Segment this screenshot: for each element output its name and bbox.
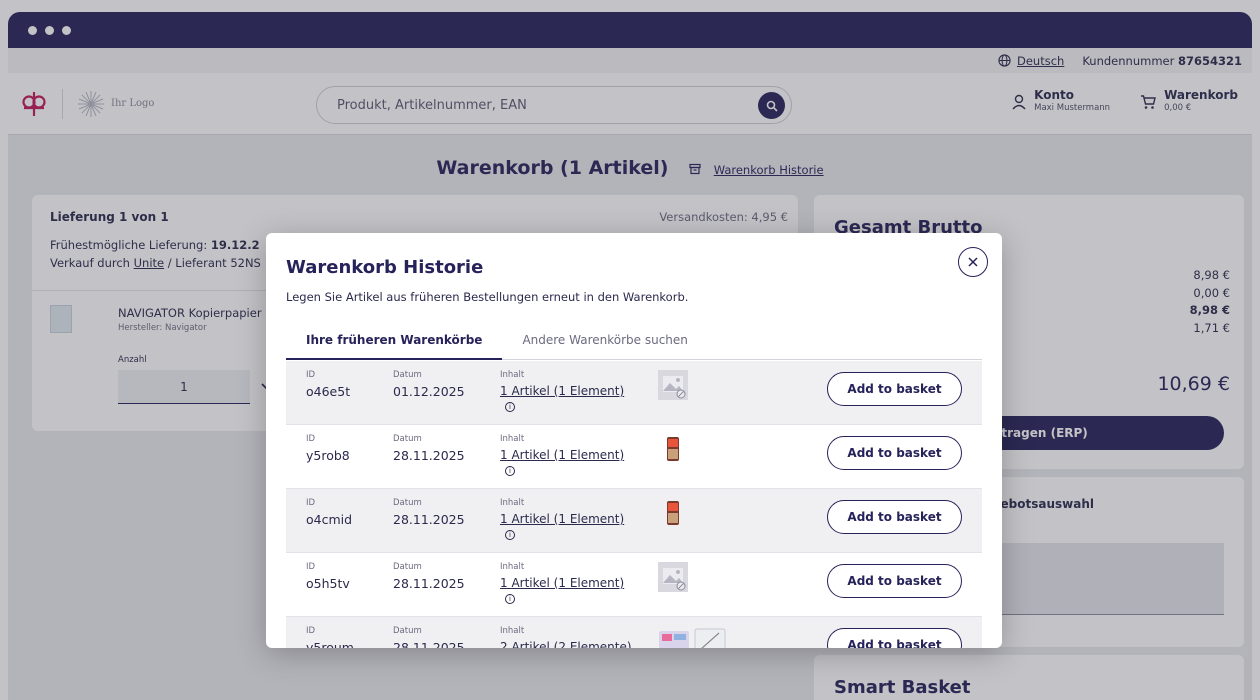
basket-date: 28.11.2025 [393, 512, 465, 527]
info-icon[interactable]: i [505, 402, 515, 412]
basket-date: 28.11.2025 [393, 576, 465, 591]
history-row: ID y5rob8 Datum 28.11.2025 Inhalt 1 Artikel (… [286, 425, 982, 489]
placeholder-image-icon [657, 561, 689, 593]
date-label: Datum [393, 562, 422, 572]
info-icon[interactable]: i [505, 466, 515, 476]
content-label: Inhalt [500, 562, 525, 572]
tab-search-other-baskets[interactable]: Andere Warenkörbe suchen [502, 329, 707, 359]
date-label: Datum [393, 498, 422, 508]
history-row: ID o46e5t Datum 01.12.2025 Inhalt 1 Artikel (… [286, 361, 982, 425]
basket-id: y5rob8 [306, 448, 350, 463]
basket-content-link[interactable]: 2 Artikel (2 Elemente) [500, 640, 632, 648]
date-label: Datum [393, 370, 422, 380]
close-button[interactable] [958, 247, 988, 277]
add-to-basket-button[interactable]: Add to basket [827, 564, 962, 598]
basket-date: 28.11.2025 [393, 448, 465, 463]
id-label: ID [306, 498, 316, 508]
history-row: ID o5h5tv Datum 28.11.2025 Inhalt 1 Artikel (… [286, 553, 982, 617]
basket-content-link[interactable]: 1 Artikel (1 Element) [500, 384, 624, 398]
basket-id: y5roum [306, 640, 354, 648]
add-to-basket-button[interactable]: Add to basket [827, 436, 962, 470]
add-to-basket-button[interactable]: Add to basket [827, 372, 962, 406]
basket-id: o5h5tv [306, 576, 350, 591]
basket-content-link[interactable]: 1 Artikel (1 Element) [500, 448, 624, 462]
basket-content-link[interactable]: 1 Artikel (1 Element) [500, 512, 624, 526]
id-label: ID [306, 434, 316, 444]
close-icon [968, 257, 978, 267]
cart-history-modal: Warenkorb Historie Legen Sie Artikel aus… [266, 233, 1002, 648]
add-to-basket-button[interactable]: Add to basket [827, 628, 962, 648]
content-label: Inhalt [500, 626, 525, 636]
modal-subtitle: Legen Sie Artikel aus früheren Bestellun… [286, 290, 689, 304]
basket-content-link[interactable]: 1 Artikel (1 Element) [500, 576, 624, 590]
placeholder-image-icon [657, 369, 689, 401]
date-label: Datum [393, 626, 422, 636]
content-label: Inhalt [500, 434, 525, 444]
product-multi-icon [657, 625, 726, 648]
basket-date: 28.11.2025 [393, 640, 465, 648]
info-icon[interactable]: i [505, 530, 515, 540]
content-label: Inhalt [500, 498, 525, 508]
history-table: ID o46e5t Datum 01.12.2025 Inhalt 1 Artikel (… [286, 361, 982, 648]
history-row: ID o4cmid Datum 28.11.2025 Inhalt 1 Artikel (… [286, 489, 982, 553]
id-label: ID [306, 562, 316, 572]
id-label: ID [306, 370, 316, 380]
basket-id: o4cmid [306, 512, 353, 527]
modal-title: Warenkorb Historie [286, 257, 484, 278]
basket-date: 01.12.2025 [393, 384, 465, 399]
id-label: ID [306, 626, 316, 636]
modal-tabs: Ihre früheren Warenkörbe Andere Warenkör… [286, 329, 982, 360]
content-label: Inhalt [500, 370, 525, 380]
product-bottle-icon [657, 497, 689, 529]
add-to-basket-button[interactable]: Add to basket [827, 500, 962, 534]
tab-previous-baskets[interactable]: Ihre früheren Warenkörbe [286, 329, 503, 360]
history-row: ID y5roum Datum 28.11.2025 Inhalt 2 Artikel (… [286, 617, 982, 648]
date-label: Datum [393, 434, 422, 444]
info-icon[interactable]: i [505, 594, 515, 604]
basket-id: o46e5t [306, 384, 351, 399]
product-bottle-icon [657, 433, 689, 465]
